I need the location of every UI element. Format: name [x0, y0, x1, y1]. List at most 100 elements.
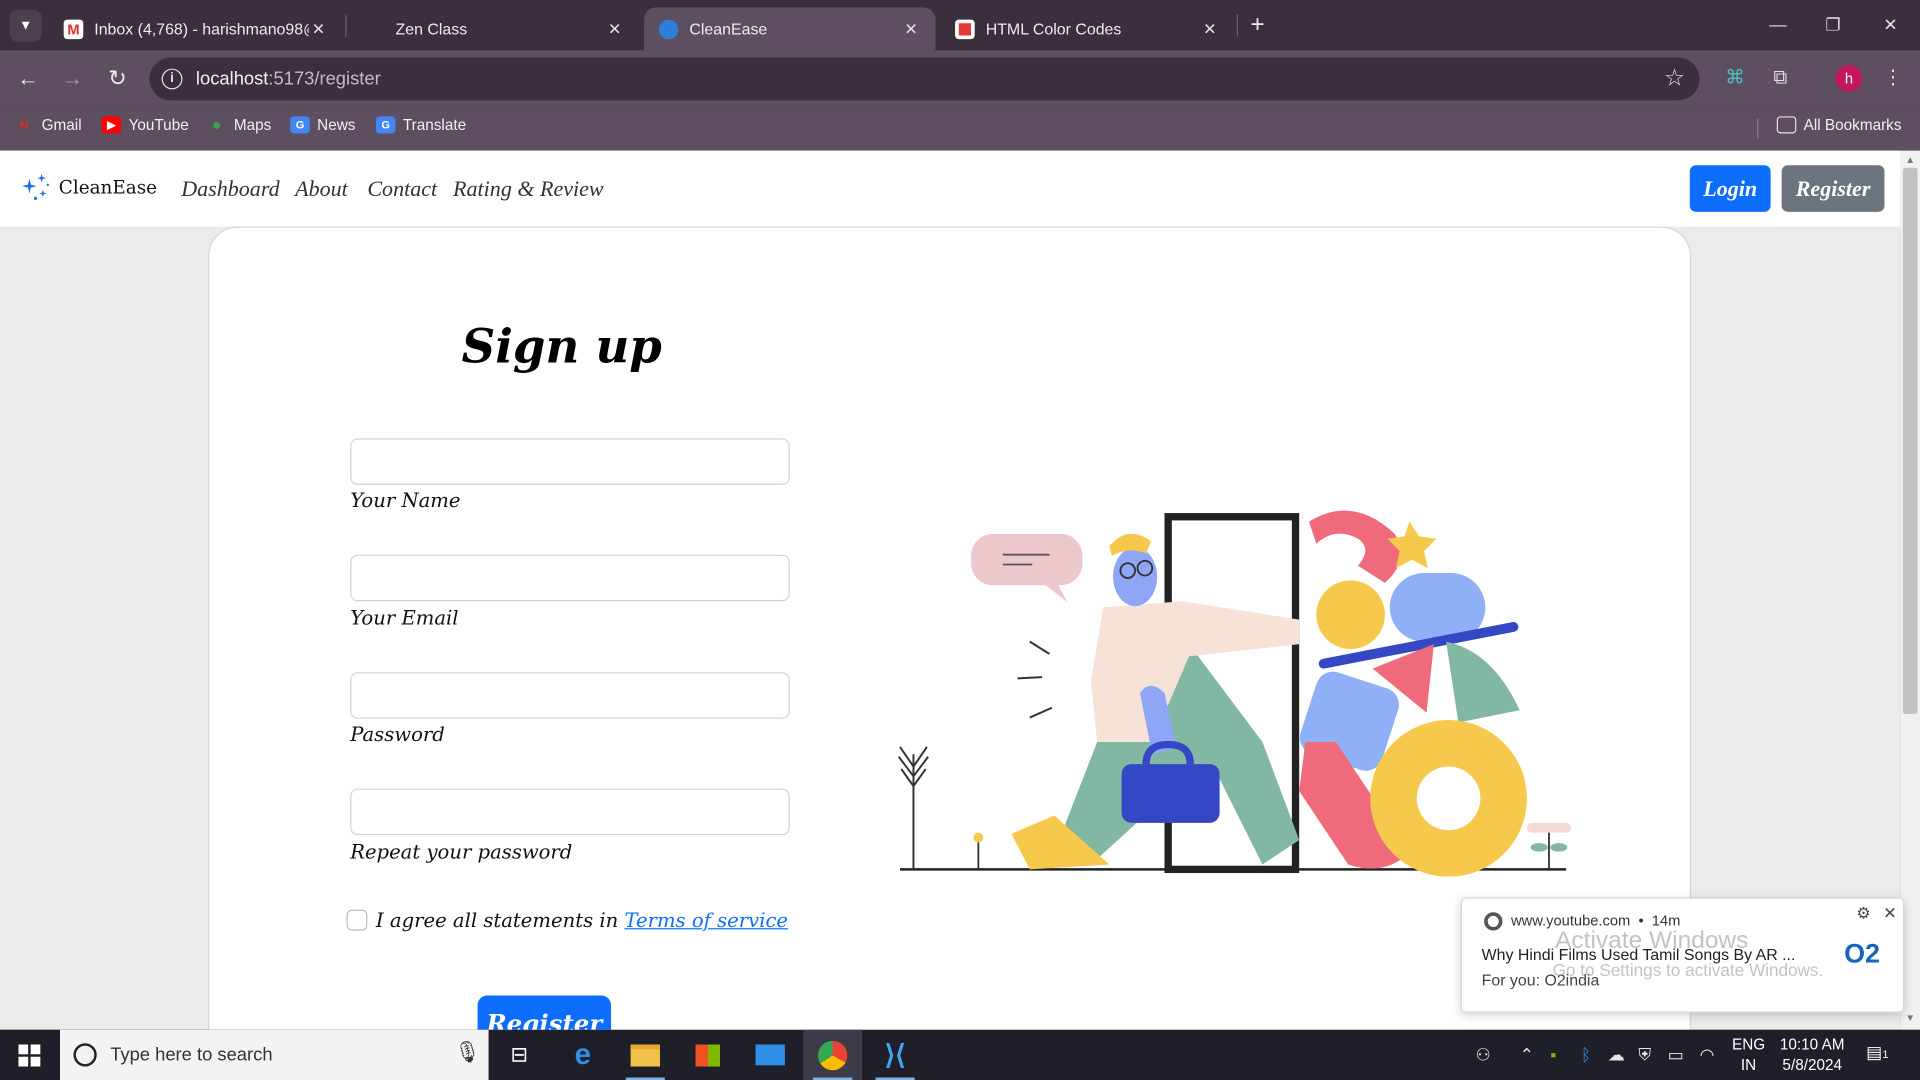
password-field[interactable] — [350, 672, 790, 719]
security-icon[interactable]: ⛨ — [1638, 1044, 1651, 1065]
register-nav-button[interactable]: Register — [1781, 165, 1885, 212]
taskbar-clock[interactable]: 10:10 AM 5/8/2024 — [1763, 1035, 1861, 1077]
nav-link-about[interactable]: About — [295, 176, 348, 202]
cleanease-icon — [658, 18, 679, 39]
menu-dots-icon[interactable]: ⋮ — [1880, 65, 1907, 92]
zenclass-icon — [364, 18, 385, 39]
microsoft-store-icon[interactable] — [678, 1030, 737, 1080]
terms-checkbox[interactable] — [346, 909, 368, 931]
gmail-icon: M — [19, 118, 30, 132]
tab-title: Zen Class — [395, 19, 468, 38]
tab-zen-class[interactable]: Zen Class ✕ — [350, 7, 639, 50]
tab-cleanease[interactable]: CleanEase ✕ — [644, 7, 936, 51]
translate-icon: G — [375, 116, 396, 134]
scrollbar-thumb[interactable] — [1902, 167, 1918, 714]
language-indicator[interactable]: ENG IN — [1730, 1035, 1767, 1077]
taskbar-search-input[interactable]: Type here to search 🎙 — [60, 1029, 489, 1080]
mail-icon[interactable] — [741, 1030, 800, 1080]
youtube-icon: ▶ — [101, 116, 122, 134]
o2india-logo: O2 — [1844, 937, 1881, 969]
new-tab-button[interactable]: + — [1244, 11, 1271, 38]
bookmark-news[interactable]: G News — [290, 116, 355, 134]
close-icon[interactable]: ✕ — [1883, 904, 1896, 924]
address-bar[interactable]: i localhost:5173/register ☆ — [149, 57, 1700, 101]
tab-separator — [345, 14, 347, 37]
gmail-icon: M — [63, 18, 84, 39]
password-label: Password — [350, 722, 445, 746]
chevron-up-icon[interactable]: ⌃ — [1520, 1044, 1534, 1065]
gear-icon[interactable]: ⚙ — [1856, 904, 1870, 924]
bluetooth-icon[interactable]: ᛒ — [1581, 1044, 1591, 1064]
close-icon[interactable]: ✕ — [605, 19, 625, 39]
wifi-icon[interactable]: ◠ — [1700, 1044, 1715, 1065]
brand[interactable]: CleanEase — [20, 171, 157, 203]
nvidia-icon[interactable]: ▪ — [1550, 1044, 1556, 1064]
close-icon[interactable]: ✕ — [309, 19, 329, 39]
file-explorer-icon[interactable] — [616, 1030, 675, 1080]
tab-title: CleanEase — [689, 19, 768, 38]
tab-separator — [1236, 14, 1238, 37]
task-view-icon[interactable]: ⊟ — [490, 1030, 549, 1080]
activate-windows-watermark: Activate Windows — [1555, 926, 1749, 954]
battery-icon[interactable]: ▭ — [1668, 1044, 1684, 1065]
login-button[interactable]: Login — [1689, 165, 1771, 212]
cortana-icon — [73, 1043, 97, 1067]
minimize-icon[interactable]: — — [1760, 10, 1797, 39]
app-navbar: CleanEase Dashboard About Contact Rating… — [0, 150, 1901, 227]
microphone-icon[interactable]: 🎙 — [454, 1041, 480, 1065]
sparkle-logo-icon — [22, 173, 49, 200]
tab-html-color-codes[interactable]: HTML Color Codes ✕ — [940, 7, 1234, 50]
all-bookmarks[interactable]: All Bookmarks — [1776, 116, 1901, 134]
profile-avatar[interactable]: h — [1835, 64, 1863, 92]
htmlcolorcodes-icon — [955, 18, 975, 39]
email-field[interactable] — [350, 554, 790, 602]
activate-windows-hint: Go to Settings to activate Windows. — [1552, 960, 1824, 980]
back-icon[interactable]: ← — [15, 65, 42, 92]
bookmark-youtube[interactable]: ▶ YouTube — [101, 116, 189, 134]
email-label: Your Email — [350, 606, 459, 630]
terms-of-service-link[interactable]: Terms of service — [624, 909, 788, 932]
nav-link-rating-review[interactable]: Rating & Review — [453, 176, 604, 202]
tab-search-button[interactable]: ▼ — [9, 9, 42, 42]
action-center-icon[interactable]: ▤1 — [1866, 1042, 1893, 1066]
scroll-up-arrow-icon[interactable]: ▲ — [1904, 154, 1916, 165]
site-info-icon[interactable]: i — [161, 68, 183, 90]
edge-icon[interactable]: e — [553, 1030, 612, 1080]
forward-icon[interactable]: → — [59, 65, 86, 92]
close-icon[interactable]: ✕ — [1200, 19, 1220, 39]
name-field[interactable] — [350, 438, 790, 485]
scroll-down-arrow-icon[interactable]: ▼ — [1904, 1013, 1916, 1024]
nav-link-contact[interactable]: Contact — [367, 176, 437, 202]
window-close-icon[interactable]: ✕ — [1872, 10, 1909, 39]
chrome-taskbar-icon[interactable] — [803, 1029, 863, 1080]
bookmarks-separator — [1757, 118, 1759, 139]
name-label: Your Name — [350, 488, 461, 512]
close-icon[interactable]: ✕ — [901, 19, 921, 39]
tab-title: HTML Color Codes — [985, 19, 1122, 38]
repeat-password-label: Repeat your password — [350, 840, 573, 864]
news-icon: G — [290, 116, 310, 134]
bookmark-maps[interactable]: ● Maps — [207, 116, 271, 134]
plant-illustration — [897, 746, 929, 870]
nav-link-dashboard[interactable]: Dashboard — [181, 176, 279, 202]
signup-illustration — [897, 510, 1572, 877]
bookmark-gmail[interactable]: M Gmail — [15, 116, 82, 133]
bookmark-translate[interactable]: G Translate — [375, 116, 466, 134]
register-submit-button[interactable]: Register — [477, 995, 612, 1030]
onedrive-icon[interactable]: ☁ — [1608, 1044, 1625, 1065]
tab-title: Inbox (4,768) - harishmano98@ — [94, 19, 309, 38]
windows-start-icon[interactable] — [18, 1044, 41, 1067]
repeat-password-field[interactable] — [350, 788, 790, 836]
page-scrollbar[interactable]: ▲ ▼ — [1900, 150, 1920, 1030]
chrome-icon — [1484, 912, 1503, 931]
vscode-icon[interactable]: ⟩⟨ — [866, 1030, 925, 1080]
people-icon[interactable]: ⚇ — [1476, 1044, 1491, 1065]
reload-icon[interactable]: ↻ — [104, 65, 131, 92]
extension-icon[interactable]: ⌘ — [1722, 65, 1749, 92]
extensions-puzzle-icon[interactable]: ⧉ — [1767, 65, 1794, 92]
terms-statement: I agree all statements in Terms of servi… — [375, 908, 789, 932]
bookmark-star-icon[interactable]: ☆ — [1664, 65, 1685, 93]
restore-icon[interactable]: ❐ — [1815, 10, 1852, 39]
tab-gmail[interactable]: M Inbox (4,768) - harishmano98@ ✕ — [49, 7, 343, 50]
url-text[interactable]: localhost:5173/register — [196, 69, 381, 90]
